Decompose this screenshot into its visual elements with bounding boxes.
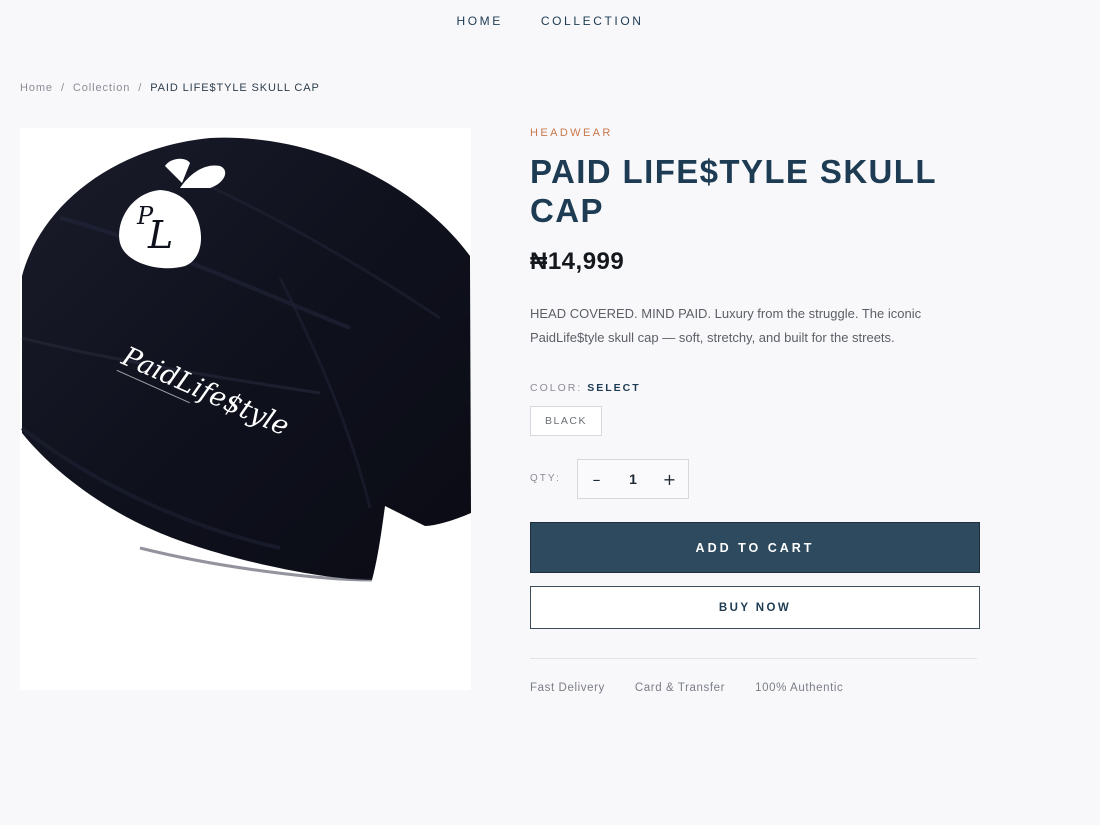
quantity-decrement-button[interactable]: –	[578, 460, 615, 498]
nav-link-collection[interactable]: COLLECTION	[541, 14, 644, 28]
breadcrumb-separator: /	[60, 82, 65, 94]
buy-now-button[interactable]: BUY NOW	[530, 586, 980, 629]
breadcrumb: Home / Collection / PAID LIFE$TYLE SKULL…	[20, 82, 320, 94]
product-image[interactable]: L P PaidLife$tyle	[20, 128, 471, 690]
divider	[530, 658, 977, 659]
breadcrumb-home[interactable]: Home	[20, 82, 53, 94]
color-label-text: COLOR:	[530, 382, 583, 394]
color-selected-value: SELECT	[587, 382, 641, 394]
feature-authentic: 100% Authentic	[755, 682, 844, 694]
feature-card-transfer: Card & Transfer	[634, 682, 726, 694]
skull-cap-illustration: L P PaidLife$tyle	[20, 137, 471, 582]
add-to-cart-button[interactable]: ADD TO CART	[530, 522, 980, 573]
product-description: HEAD COVERED. MIND PAID. Luxury from the…	[530, 306, 922, 345]
breadcrumb-separator: /	[138, 82, 143, 94]
quantity-label: QTY:	[530, 473, 561, 484]
breadcrumb-collection[interactable]: Collection	[73, 82, 130, 94]
color-label: COLOR: SELECT	[530, 382, 641, 394]
breadcrumb-current: PAID LIFE$TYLE SKULL CAP	[150, 82, 320, 94]
quantity-value[interactable]: 1	[615, 471, 651, 487]
feature-list: Fast Delivery Card & Transfer 100% Authe…	[530, 682, 843, 694]
nav-link-home[interactable]: HOME	[456, 14, 502, 28]
product-category: HEADWEAR	[530, 127, 613, 139]
product-price: ₦14,999	[530, 248, 625, 275]
quantity-increment-button[interactable]: +	[651, 460, 688, 498]
svg-text:P: P	[136, 202, 154, 230]
quantity-stepper: – 1 +	[577, 459, 689, 499]
feature-fast-delivery: Fast Delivery	[530, 682, 605, 694]
product-title: PAID LIFE$TYLE SKULL CAP	[530, 153, 937, 229]
top-navigation: HOME COLLECTION	[0, 14, 1100, 28]
color-option-black[interactable]: BLACK	[530, 406, 602, 436]
